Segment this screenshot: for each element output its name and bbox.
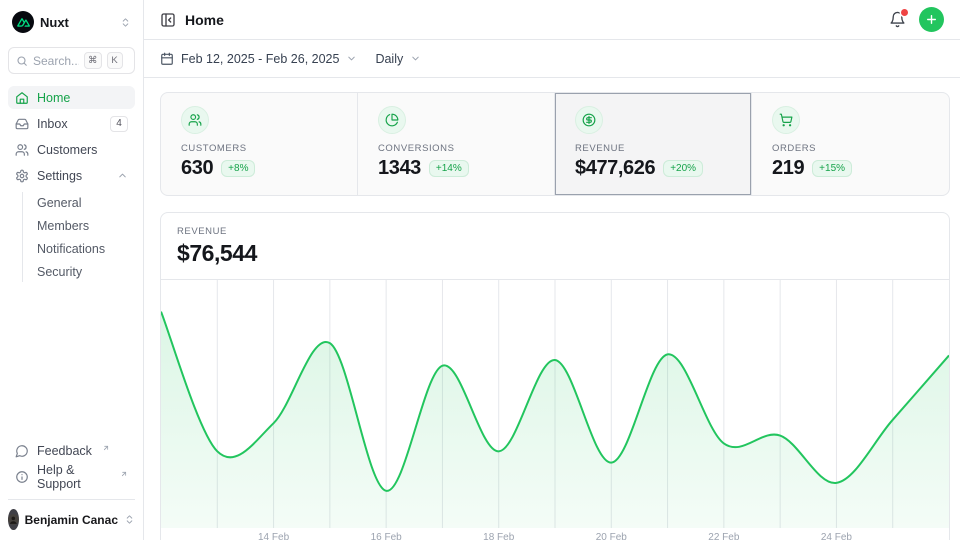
stat-value: 630 [181,157,213,180]
chevron-down-icon [346,53,357,64]
sidebar: Nuxt ⌘ K Home Inbox 4 [0,0,144,540]
panel-left-close-icon[interactable] [160,12,176,28]
users-icon [15,143,29,157]
sidebar-item-general[interactable]: General [33,192,135,213]
chevron-up-icon [117,170,128,181]
stat-revenue[interactable]: REVENUE $477,626 +20% [555,93,752,195]
add-button[interactable] [919,7,944,32]
x-axis-labels: 14 Feb 16 Feb 18 Feb 20 Feb 22 Feb 24 Feb [161,528,949,540]
stat-label: CONVERSIONS [378,143,534,154]
nuxt-logo-icon [12,11,34,33]
home-icon [15,91,29,105]
cart-icon [772,106,800,134]
stat-label: CUSTOMERS [181,143,337,154]
notifications-button[interactable] [889,11,906,28]
chart-canvas [161,280,949,528]
page-title: Home [185,12,224,28]
x-tick-label: 20 Feb [596,532,627,540]
external-link-icon [120,470,128,478]
x-tick-label: 18 Feb [483,532,514,540]
x-tick-label: 24 Feb [821,532,852,540]
sidebar-item-members[interactable]: Members [33,215,135,236]
search-field[interactable] [33,54,79,68]
sidebar-item-label: Feedback [37,444,92,458]
period-select[interactable]: Daily [375,52,421,66]
stat-delta-badge: +8% [221,160,255,177]
chevrons-up-down-icon [120,17,131,28]
sidebar-item-customers[interactable]: Customers [8,138,135,161]
period-value: Daily [375,52,403,66]
dollar-circle-icon [575,106,603,134]
stat-delta-badge: +15% [812,160,852,177]
sidebar-item-notifications[interactable]: Notifications [33,238,135,259]
chart-header: REVENUE $76,544 [161,213,949,280]
sidebar-item-security[interactable]: Security [33,261,135,282]
notification-dot [901,9,908,16]
stat-delta-badge: +14% [429,160,469,177]
sidebar-nav: Home Inbox 4 Customers Settings Ge [8,86,135,282]
x-tick-label: 16 Feb [371,532,402,540]
inbox-icon [15,117,29,131]
search-icon [16,55,28,67]
stat-customers[interactable]: CUSTOMERS 630 +8% [161,93,358,195]
stat-value: 1343 [378,157,421,180]
date-range-value: Feb 12, 2025 - Feb 26, 2025 [181,52,339,66]
chart-value: $76,544 [177,240,933,267]
gear-icon [15,169,29,183]
sidebar-item-label: Home [37,91,70,105]
workspace-switcher[interactable]: Nuxt [8,10,135,34]
stats-panel: CUSTOMERS 630 +8% CONVERSIONS 1343 +14% [160,92,950,196]
top-header: Home [144,0,960,40]
sidebar-item-label: Customers [37,143,97,157]
sidebar-item-settings[interactable]: Settings [8,164,135,187]
inbox-count-badge: 4 [110,116,128,132]
user-name: Benjamin Canac [25,513,118,527]
user-menu[interactable]: Benjamin Canac [8,499,135,530]
calendar-icon [160,52,174,66]
revenue-chart-card: REVENUE $76,544 14 Feb 16 Feb 18 Feb 20 Feb… [160,212,950,540]
x-tick-label: 14 Feb [258,532,289,540]
stat-conversions[interactable]: CONVERSIONS 1343 +14% [358,93,555,195]
chat-bubble-icon [15,444,29,458]
sidebar-item-home[interactable]: Home [8,86,135,109]
stat-label: REVENUE [575,143,731,154]
sidebar-item-label: Help & Support [37,463,110,491]
stat-orders[interactable]: ORDERS 219 +15% [752,93,949,195]
settings-submenu: General Members Notifications Security [22,192,135,282]
sidebar-item-help-support[interactable]: Help & Support [8,465,135,488]
x-tick-label: 22 Feb [708,532,739,540]
main-area: Home Feb 12, 2025 - Feb 26, 2025 Daily [144,0,960,540]
info-circle-icon [15,470,29,484]
sidebar-item-label: Inbox [37,117,68,131]
users-icon [181,106,209,134]
content: CUSTOMERS 630 +8% CONVERSIONS 1343 +14% [144,78,960,540]
date-range-picker[interactable]: Feb 12, 2025 - Feb 26, 2025 [160,52,357,66]
sidebar-item-inbox[interactable]: Inbox 4 [8,112,135,135]
kbd-k: K [107,52,123,69]
chevrons-up-down-icon [124,514,135,525]
kbd-meta: ⌘ [84,52,102,69]
chart-label: REVENUE [177,226,933,237]
filters-toolbar: Feb 12, 2025 - Feb 26, 2025 Daily [144,40,960,78]
stat-label: ORDERS [772,143,929,154]
avatar [8,509,19,530]
stat-value: $477,626 [575,157,655,180]
plus-icon [925,13,938,26]
revenue-area-chart[interactable] [161,280,949,528]
sidebar-item-feedback[interactable]: Feedback [8,439,135,462]
stat-delta-badge: +20% [663,160,703,177]
search-input[interactable]: ⌘ K [8,47,135,74]
external-link-icon [102,444,110,452]
sidebar-item-label: Settings [37,169,82,183]
stat-value: 219 [772,157,804,180]
sidebar-footer: Feedback Help & Support Benjamin Canac [8,439,135,530]
pie-chart-icon [378,106,406,134]
workspace-name: Nuxt [40,15,69,30]
chevron-down-icon [410,53,421,64]
